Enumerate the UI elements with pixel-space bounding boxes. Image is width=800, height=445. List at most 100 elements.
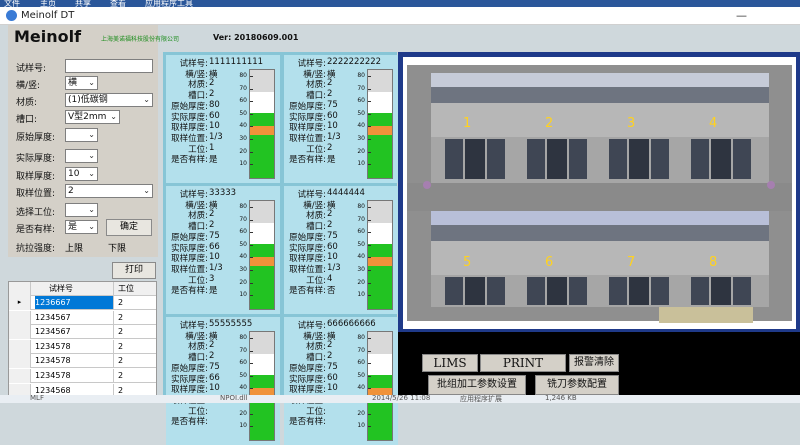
gauge-tick-line xyxy=(368,76,371,77)
level-gauge: 8070605040302010 xyxy=(239,331,275,441)
gauge-tick-label: 60 xyxy=(239,359,247,367)
table-row[interactable]: 1234567 2 xyxy=(9,310,156,325)
gauge-tick-label: 70 xyxy=(239,84,247,92)
fixture-block xyxy=(569,139,587,179)
gauge-tick-label: 10 xyxy=(357,291,365,299)
cell-sample-id[interactable]: 1234567 xyxy=(35,311,113,324)
station-select[interactable]: ⌄ xyxy=(65,203,98,217)
chevron-down-icon: ⌄ xyxy=(88,78,95,87)
orientation-select[interactable]: 横 ⌄ xyxy=(65,76,98,90)
cell-station[interactable]: 2 xyxy=(113,339,156,354)
card-value-groove: 2 xyxy=(209,351,215,362)
gauge-tick-line xyxy=(368,270,371,271)
gauge-tick-label: 80 xyxy=(239,72,247,79)
actual-thickness-select[interactable]: ⌄ xyxy=(65,149,98,163)
row-indicator[interactable]: ▸ xyxy=(9,296,31,310)
table-row[interactable]: 1234578 2 xyxy=(9,369,156,383)
window-controls[interactable] xyxy=(770,7,800,25)
cell-sample-id[interactable]: 1234578 xyxy=(35,369,113,382)
gauge-tick-label: 20 xyxy=(239,409,247,417)
minimize-icon[interactable]: — xyxy=(736,9,747,22)
gauge-tick-label: 40 xyxy=(357,122,365,130)
table-row[interactable]: 1234578 2 xyxy=(9,339,156,354)
gauge-top-band xyxy=(250,201,274,223)
card-value-station: 2 xyxy=(327,142,333,153)
row-indicator[interactable] xyxy=(9,339,31,354)
chevron-down-icon: ⌄ xyxy=(143,95,150,104)
gauge-tick-label: 20 xyxy=(357,409,365,417)
cell-station[interactable]: 2 xyxy=(113,325,156,340)
chevron-down-icon: ⌄ xyxy=(110,112,117,121)
orig-thickness-select[interactable]: ⌄ xyxy=(65,128,98,142)
gauge-tick-line xyxy=(250,101,253,103)
has-sample-select[interactable]: 是 ⌄ xyxy=(65,220,98,234)
row-indicator[interactable] xyxy=(9,354,31,369)
groove-select[interactable]: V型2mm ⌄ xyxy=(65,110,120,124)
card-value-groove: 2 xyxy=(327,220,333,231)
cell-station[interactable]: 2 xyxy=(113,310,156,325)
card-label-has: 是否有样: xyxy=(289,417,326,428)
cell-sample-id[interactable]: 1236667 xyxy=(35,296,113,309)
gauge-tick-label: 60 xyxy=(239,228,247,236)
card-value-material: 2 xyxy=(209,209,215,220)
mill-settings-button[interactable]: 铣刀参数配置 xyxy=(535,375,619,395)
cell-station[interactable]: 2 xyxy=(113,296,156,310)
gauge-tick-line xyxy=(368,388,371,390)
gauge-fill xyxy=(368,244,392,309)
lims-button[interactable]: LIMS xyxy=(422,354,478,372)
table-row[interactable]: 1234578 2 xyxy=(9,354,156,369)
gauge-tick-line xyxy=(368,350,371,352)
actual-thickness-label: 实际厚度: xyxy=(16,154,56,164)
card-value-material: 2 xyxy=(209,78,215,89)
col-header-sample[interactable]: 试样号 xyxy=(35,282,113,295)
fixture-block xyxy=(691,139,709,179)
card-value-sample: 33333 xyxy=(209,188,237,198)
take-position-select[interactable]: 2 ⌄ xyxy=(65,184,153,198)
cell-sample-id[interactable]: 1234567 xyxy=(35,325,113,338)
row-indicator[interactable] xyxy=(9,310,31,325)
explorer-file-row: MLF NPOI.dll 2014/5/26 11:08 应用程序扩展 1,24… xyxy=(0,394,800,403)
batch-settings-button[interactable]: 批组加工参数设置 xyxy=(428,375,526,395)
gauge-marker xyxy=(368,125,392,135)
material-select[interactable]: (1)低碳钢 ⌄ xyxy=(65,93,153,107)
cell-station[interactable]: 2 xyxy=(113,354,156,369)
card-value-material: 2 xyxy=(209,340,215,351)
gauge-tick-label: 50 xyxy=(357,371,365,379)
gauge-marker xyxy=(250,125,274,135)
gauge-tick-label: 10 xyxy=(357,422,365,430)
gauge-tick-line xyxy=(250,164,253,166)
alarm-clear-button[interactable]: 报警清除 xyxy=(569,354,619,372)
card-value-sample: 4444444 xyxy=(327,188,365,198)
cell-sample-id[interactable]: 1234578 xyxy=(35,354,113,367)
confirm-button[interactable]: 确定 xyxy=(106,219,152,236)
title-bar: Meinolf DT — xyxy=(0,7,800,25)
card-label-has: 是否有样: xyxy=(289,155,326,166)
gauge-tick-line xyxy=(368,282,371,284)
row-indicator[interactable] xyxy=(9,369,31,383)
gauge-tick-line xyxy=(368,244,371,246)
gauge-tick-line xyxy=(368,164,371,166)
row-header-corner xyxy=(9,282,31,296)
print-en-button[interactable]: PRINT xyxy=(480,354,566,372)
gauge-tick-line xyxy=(250,413,253,415)
cell-station[interactable]: 2 xyxy=(113,369,156,383)
fixture-block xyxy=(465,139,485,179)
gauge-top-band xyxy=(250,70,274,92)
level-gauge: 8070605040302010 xyxy=(357,200,393,310)
col-header-station[interactable]: 工位 xyxy=(113,282,156,296)
gauge-tick-line xyxy=(250,113,253,115)
take-thickness-select[interactable]: 10 ⌄ xyxy=(65,167,98,181)
table-row[interactable]: ▸ 1236667 2 xyxy=(9,296,156,310)
card-value-take: 10 xyxy=(209,121,220,132)
row-indicator[interactable] xyxy=(9,325,31,340)
take-position-label: 取样位置: xyxy=(16,189,56,199)
cell-sample-id[interactable]: 1234578 xyxy=(35,340,113,353)
gauge-marker xyxy=(250,256,274,266)
station-number: 1 xyxy=(463,116,471,131)
card-label-has: 是否有样: xyxy=(289,286,326,297)
sample-no-input[interactable] xyxy=(65,59,153,73)
gauge-tick-label: 80 xyxy=(239,334,247,341)
table-row[interactable]: 1234567 2 xyxy=(9,325,156,340)
print-button[interactable]: 打印 xyxy=(112,262,156,279)
bottom-tray xyxy=(659,307,753,323)
